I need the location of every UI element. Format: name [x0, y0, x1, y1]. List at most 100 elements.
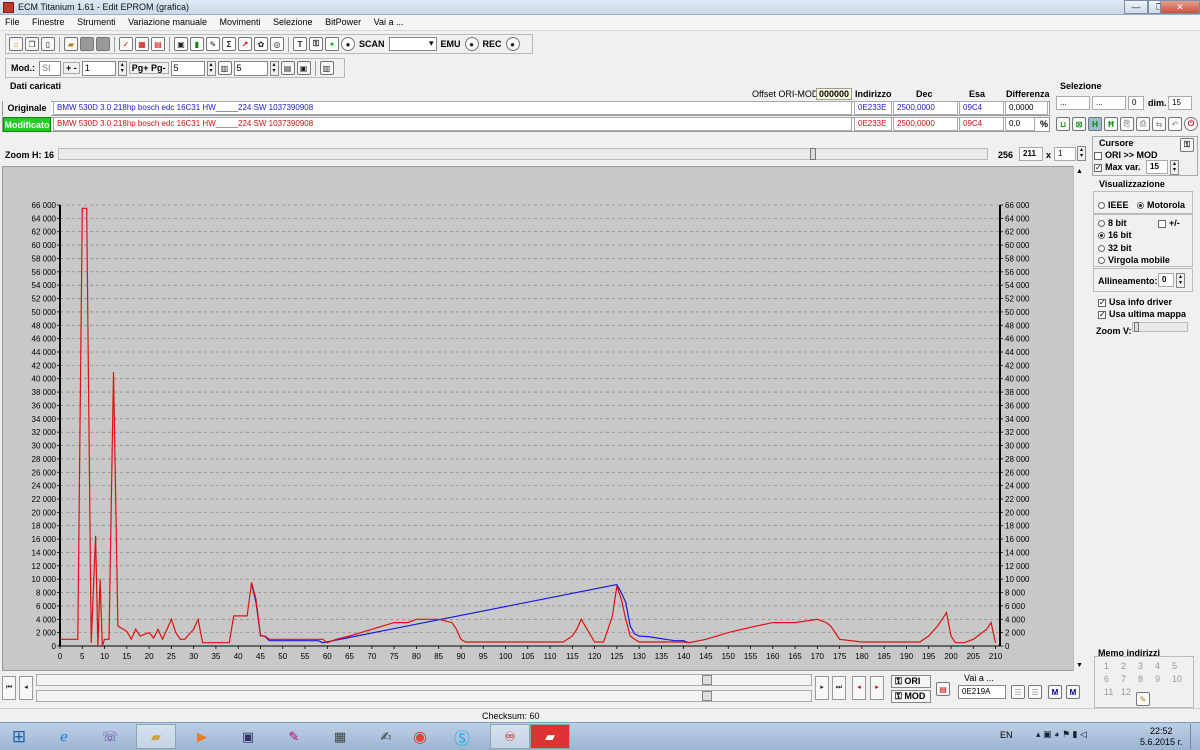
zoom-mult-spinner[interactable]: ▴ ▾ [1077, 146, 1086, 161]
zoom-mult-field[interactable]: 1 [1054, 147, 1076, 161]
virgola-radio[interactable] [1098, 257, 1105, 265]
zoom-v-thumb[interactable] [1134, 322, 1139, 332]
marker-right-icon[interactable]: M [1066, 685, 1080, 699]
menu-file[interactable]: File [0, 15, 25, 27]
picture-viewer-icon[interactable]: ▣ [228, 724, 268, 749]
signed-option[interactable]: +/- [1158, 218, 1180, 228]
modificato-esa[interactable]: 09C4 [959, 117, 1004, 131]
usa-info-checkbox[interactable]: ✓ [1098, 298, 1106, 307]
max-var-value[interactable]: 15 [1146, 160, 1168, 174]
memo-slot[interactable]: 11 [1104, 687, 1121, 697]
winols-icon[interactable]: ▰ [530, 724, 570, 749]
usa-info-option[interactable]: ✓ Usa info driver [1098, 297, 1172, 307]
home-icon[interactable]: ⌂ [9, 37, 23, 51]
next-diff-button[interactable]: ▸ [870, 676, 884, 700]
save-as-icon[interactable] [96, 37, 110, 51]
max-var-spinner[interactable]: ▴ ▾ [1170, 160, 1179, 175]
runner-icon[interactable]: ✶ [325, 37, 339, 51]
max-var-option[interactable]: ✓ Max var. [1094, 162, 1141, 172]
graph-icon[interactable]: ↗ [238, 37, 252, 51]
marker-left-icon[interactable]: M [1048, 685, 1062, 699]
rec-button-icon[interactable]: ● [505, 37, 520, 51]
zoom-h-211[interactable]: 211 [1019, 147, 1043, 161]
menu-selezione[interactable]: Selezione [268, 15, 318, 27]
grid-icon[interactable]: ▤ [151, 37, 165, 51]
selezione-count[interactable]: 0 [1128, 96, 1144, 110]
menu-movimenti[interactable]: Movimenti [215, 15, 266, 27]
lock-icon[interactable]: ⚿ [309, 37, 323, 51]
chart-vertical-scrollbar[interactable]: ▲ ▼ [1073, 166, 1087, 671]
signed-checkbox[interactable] [1158, 219, 1166, 228]
power-icon[interactable]: ⏻ [1184, 117, 1198, 131]
ecm-titanium-icon[interactable]: ♾ [490, 724, 530, 749]
max-var-checkbox[interactable]: ✓ [1094, 163, 1102, 172]
menu-variazione-manuale[interactable]: Variazione manuale [123, 15, 212, 27]
zoom-h-slider[interactable] [58, 148, 988, 160]
originale-differenza[interactable]: 0,0000 [1005, 101, 1048, 115]
32bit-radio[interactable] [1098, 245, 1105, 253]
memo-slot[interactable]: 9 [1155, 674, 1172, 684]
originale-desc[interactable]: BMW 530D 3.0 218hp bosch edc 16C31 HW___… [53, 101, 852, 115]
go-icon[interactable]: ☰ [1011, 685, 1025, 699]
nav-scrollbar-top[interactable] [36, 674, 812, 686]
media-player-icon[interactable]: ▶ [182, 724, 222, 749]
select-end-icon[interactable]: Ħ [1104, 117, 1118, 131]
columns-value-field[interactable]: 5 [233, 60, 268, 76]
originale-indirizzo[interactable]: 0E233E [854, 101, 892, 115]
ori-mod-option[interactable]: ORI >> MOD [1094, 150, 1158, 160]
language-indicator[interactable]: EN [1000, 730, 1013, 740]
show-desktop-button[interactable] [1190, 724, 1199, 749]
menu-bitpower[interactable]: BitPower [320, 15, 366, 27]
select-start-icon[interactable]: ⊔ [1056, 117, 1070, 131]
viber-icon[interactable]: ☏ [90, 724, 130, 749]
modificato-desc[interactable]: BMW 530D 3.0 218hp bosch edc 16C31 HW___… [53, 117, 852, 131]
minimize-button[interactable]: — [1124, 0, 1148, 14]
mod-button[interactable]: ⚿ MOD [891, 690, 931, 703]
compare-icon[interactable]: ▤ [936, 682, 950, 696]
go-list-icon[interactable]: ☰ [1028, 685, 1042, 699]
vai-a-field[interactable]: 0E219A [958, 685, 1006, 699]
calculator-icon[interactable]: ▣ [174, 37, 188, 51]
nav-scrollbar-bottom[interactable] [36, 690, 812, 702]
originale-esa[interactable]: 09C4 [959, 101, 1004, 115]
virgola-option[interactable]: Virgola mobile [1098, 255, 1170, 265]
32bit-option[interactable]: 32 bit [1098, 243, 1132, 253]
nav-thumb-top[interactable] [702, 675, 712, 685]
undo-selection-icon[interactable]: ↶ [1168, 117, 1182, 131]
text-icon[interactable]: T [293, 37, 307, 51]
ori-mod-checkbox[interactable] [1094, 151, 1102, 160]
memo-slot[interactable]: 6 [1104, 674, 1121, 684]
hex-view-icon[interactable]: ▣ [296, 61, 311, 75]
skype-icon[interactable]: Ⓢ [442, 724, 482, 749]
usa-ultima-checkbox[interactable]: ✓ [1098, 310, 1106, 319]
16bit-radio[interactable] [1098, 232, 1105, 240]
shift-selection-icon[interactable]: ⇆ [1152, 117, 1166, 131]
internet-explorer-icon[interactable]: ℯ [44, 724, 84, 749]
first-page-button[interactable]: ⏮ [2, 676, 16, 700]
tray-icons[interactable]: ▴ ▣ ◕ ⚑ ▮ ◁ [1036, 729, 1087, 740]
start-button-icon[interactable]: ⊞ [2, 724, 36, 749]
chrome-icon[interactable]: ◉ [400, 724, 440, 749]
plusminus-spinner[interactable]: ▴ ▾ [117, 60, 127, 76]
plusminus-value-field[interactable]: 1 [81, 60, 116, 76]
close-button[interactable]: ✕ [1160, 0, 1200, 14]
selezione-from[interactable]: ... [1056, 96, 1090, 110]
columns-spinner[interactable]: ▴ ▾ [269, 60, 279, 76]
window-icon[interactable]: ▯ [41, 37, 55, 51]
palette-icon[interactable]: ✿ [254, 37, 268, 51]
prev-page-button[interactable]: ◂ [19, 676, 33, 700]
record-dot-icon[interactable]: ● [341, 37, 355, 51]
chip-icon[interactable]: ▮ [190, 37, 204, 51]
mod-value-field[interactable]: SI [39, 60, 61, 76]
zoom-h-thumb[interactable] [810, 148, 816, 160]
export-icon[interactable]: ▥ [319, 61, 334, 75]
save-icon[interactable] [80, 37, 94, 51]
memo-slot[interactable]: 8 [1138, 674, 1155, 684]
memo-note-icon[interactable]: ✎ [1136, 692, 1150, 706]
memo-slot[interactable]: 4 [1155, 661, 1172, 671]
memo-slot[interactable]: 2 [1121, 661, 1138, 671]
motorola-option[interactable]: Motorola [1137, 200, 1185, 210]
scan-dropdown[interactable] [388, 37, 437, 51]
scroll-up-icon[interactable]: ▲ [1076, 168, 1083, 175]
selezione-to[interactable]: ... [1092, 96, 1126, 110]
